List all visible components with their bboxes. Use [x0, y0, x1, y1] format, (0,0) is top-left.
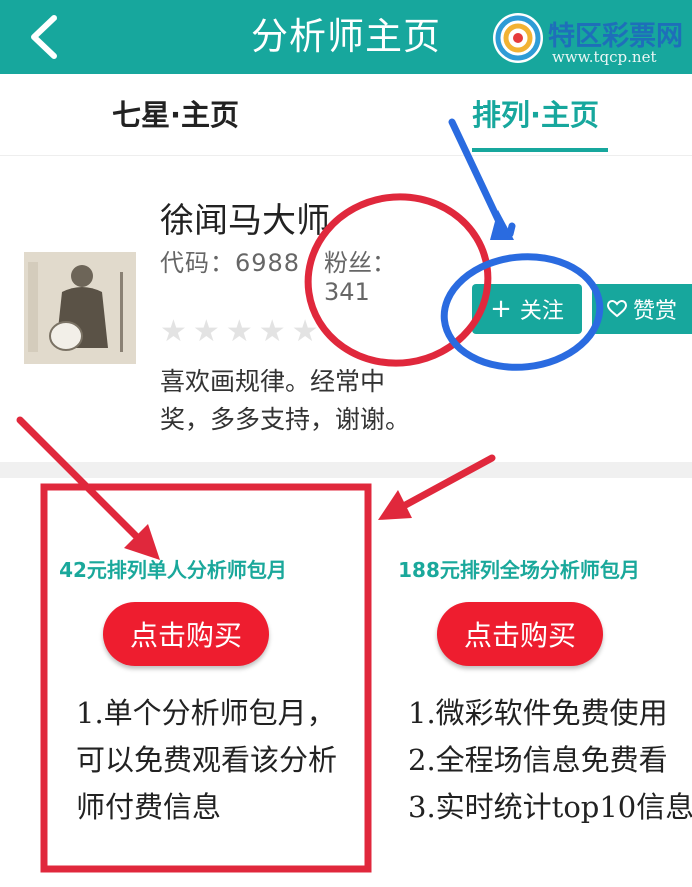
- code-label: 代码：: [160, 249, 235, 277]
- logo-swirl-icon: [493, 13, 543, 63]
- analyst-description: 喜欢画规律。经常中 奖，多多支持，谢谢。: [160, 363, 445, 439]
- analyst-name: 徐闻马大师: [160, 201, 330, 241]
- active-tab-indicator: [472, 148, 608, 152]
- benefit-line: 可以免费观看该分析: [76, 743, 338, 777]
- star-icon: ★: [192, 314, 220, 349]
- buy-button-single[interactable]: 点击购买: [103, 602, 269, 666]
- avatar: [24, 252, 136, 364]
- package-benefits: 1.微彩软件免费使用 2.全程场信息免费看 3.实时统计top10信息: [408, 690, 692, 831]
- heart-icon: [606, 300, 627, 318]
- star-icon: ★: [291, 314, 319, 349]
- follow-label: 关注: [519, 299, 564, 324]
- package-all-analysts: 188元排列全场分析师包月 点击购买 1.微彩软件免费使用 2.全程场信息免费看…: [346, 478, 692, 887]
- benefit-line: 1.微彩软件免费使用: [408, 696, 668, 730]
- package-single-analyst: 42元排列单人分析师包月 点击购买 1.单个分析师包月， 可以免费观看该分析 师…: [0, 478, 346, 887]
- description-line: 奖，多多支持，谢谢。: [160, 405, 411, 434]
- analyst-profile: 徐闻马大师 代码：6988 粉丝： 341 ★ ★ ★ ★ ★ 喜欢画规律。经常…: [0, 157, 692, 462]
- description-line: 喜欢画规律。经常中: [160, 367, 386, 396]
- benefit-line: 3.实时统计top10信息: [408, 790, 692, 824]
- analyst-code: 代码：6988: [160, 243, 300, 278]
- star-icon: ★: [258, 314, 286, 349]
- rating-stars: ★ ★ ★ ★ ★: [160, 317, 319, 347]
- section-divider: [0, 462, 692, 478]
- code-value: 6988: [235, 249, 301, 277]
- benefit-line: 1.单个分析师包月，: [76, 696, 336, 730]
- package-benefits: 1.单个分析师包月， 可以免费观看该分析 师付费信息: [76, 690, 338, 831]
- tab-bar: 七星·主页 排列·主页: [0, 74, 692, 156]
- buy-button-all[interactable]: 点击购买: [437, 602, 603, 666]
- plus-icon: +: [490, 294, 512, 324]
- site-logo: 特区彩票网 www.tqcp.net: [488, 8, 692, 70]
- logo-url: www.tqcp.net: [552, 48, 657, 66]
- reward-button[interactable]: 赞赏: [592, 284, 692, 334]
- package-title: 42元排列单人分析师包月: [59, 558, 287, 582]
- package-title: 188元排列全场分析师包月: [398, 558, 640, 582]
- tab-qixing-home[interactable]: 七星·主页: [112, 74, 239, 156]
- fans-label: 粉丝：: [324, 249, 396, 277]
- star-icon: ★: [160, 314, 187, 349]
- benefit-line: 2.全程场信息免费看: [408, 743, 668, 777]
- star-icon: ★: [225, 314, 253, 349]
- reward-label: 赞赏: [632, 299, 677, 324]
- follow-button[interactable]: + 关注: [472, 284, 582, 334]
- fans-count: 341: [324, 278, 370, 306]
- benefit-line: 师付费信息: [76, 790, 222, 824]
- tab-pailie-home[interactable]: 排列·主页: [472, 74, 599, 156]
- app-header: 分析师主页 特区彩票网 www.tqcp.net: [0, 0, 692, 74]
